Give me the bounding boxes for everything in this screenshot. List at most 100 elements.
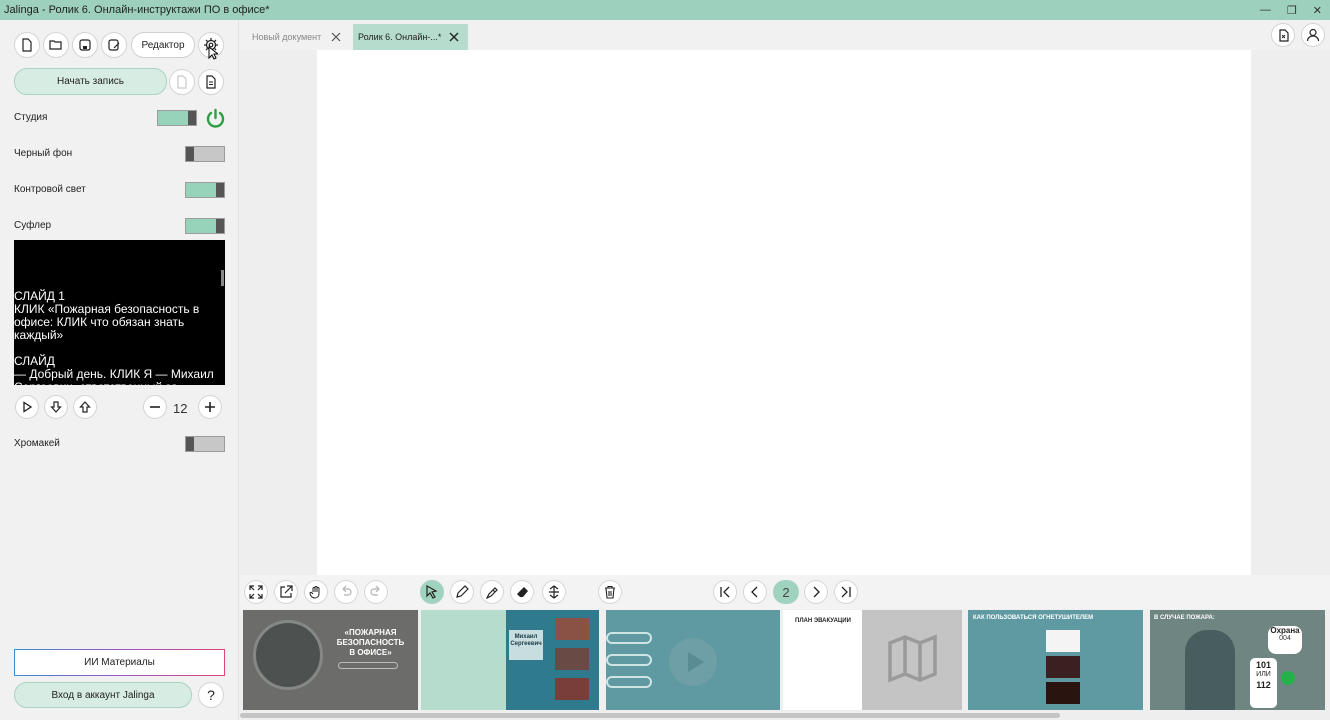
slide3-pill-2 — [606, 654, 652, 666]
backlight-toggle[interactable] — [185, 182, 225, 198]
chromakey-label: Хромакей — [14, 438, 60, 449]
power-icon[interactable] — [205, 108, 226, 129]
prompter-text: СЛАЙД 1 КЛИК «Пожарная безопасность в оф… — [14, 289, 214, 386]
font-increase-icon[interactable] — [198, 395, 222, 419]
restore-icon[interactable]: ❐ — [1287, 4, 1297, 17]
page-number[interactable]: 2 — [773, 580, 799, 604]
slide5-title: КАК ПОЛЬЗОВАТЬСЯ ОГНЕТУШИТЕЛЕМ — [973, 615, 1094, 621]
scroll-down-icon[interactable] — [44, 395, 68, 419]
main-area: Новый документ Ролик 6. Онлайн-...* 2 «П… — [240, 20, 1330, 720]
play-icon[interactable] — [15, 395, 39, 419]
map-icon — [888, 634, 937, 683]
font-size-value: 12 — [173, 401, 188, 416]
help-button[interactable]: ? — [198, 682, 224, 708]
slide6-title: В СЛУЧАЕ ПОЖАРА: — [1154, 615, 1215, 621]
prompter-scrollbar[interactable] — [221, 270, 224, 286]
tab-bar: Новый документ Ролик 6. Онлайн-...* — [240, 20, 1330, 50]
eraser-icon[interactable] — [510, 580, 534, 604]
slide4-title: ПЛАН ЭВАКУАЦИИ — [795, 618, 851, 624]
tab-label: Ролик 6. Онлайн-...* — [358, 32, 442, 42]
tab-video-6[interactable]: Ролик 6. Онлайн-...* — [353, 24, 468, 50]
font-decrease-icon[interactable] — [143, 395, 167, 419]
slide6-person — [1185, 630, 1235, 710]
prompter-label: Суфлер — [14, 220, 52, 231]
sidebar: Редактор Начать запись Студия Черный фон… — [0, 20, 239, 720]
slide-thumbnail-3[interactable] — [606, 610, 780, 710]
first-page-icon[interactable] — [713, 580, 737, 604]
slide-thumbnail-6[interactable]: В СЛУЧАЕ ПОЖАРА: Охрана 004 101 ИЛИ 112 — [1150, 610, 1325, 710]
close-icon[interactable]: ✕ — [1313, 4, 1322, 17]
fullscreen-icon[interactable] — [244, 580, 268, 604]
black-background-label: Черный фон — [14, 148, 73, 159]
backlight-label: Контровой свет — [14, 184, 86, 195]
slide3-pill-1 — [606, 632, 652, 644]
slide6-or: ИЛИ — [1256, 671, 1271, 678]
document-icon[interactable] — [198, 69, 224, 95]
window-title: Jalinga - Ролик 6. Онлайн-инструктажи ПО… — [4, 4, 270, 16]
save-as-icon[interactable] — [101, 32, 127, 58]
next-page-icon[interactable] — [804, 580, 828, 604]
tools-icon[interactable] — [542, 580, 566, 604]
mouse-cursor-icon — [208, 46, 218, 60]
export-icon[interactable] — [1271, 23, 1295, 47]
map-placeholder — [862, 610, 962, 710]
pencil-icon[interactable] — [450, 580, 474, 604]
prompter-panel[interactable]: СЛАЙД 1 КЛИК «Пожарная безопасность в оф… — [14, 240, 225, 385]
prompter-toggle[interactable] — [185, 218, 225, 234]
tab-new-document[interactable]: Новый документ — [240, 24, 350, 50]
document-disabled-icon — [169, 69, 195, 95]
slide5-image-1 — [1046, 630, 1080, 652]
scroll-up-icon[interactable] — [73, 395, 97, 419]
slide1-bar — [338, 662, 398, 669]
save-icon[interactable] — [72, 32, 98, 58]
slide-thumbnail-4[interactable]: ПЛАН ЭВАКУАЦИИ — [783, 610, 962, 710]
fan-image — [253, 620, 323, 690]
whatsapp-icon — [1281, 671, 1295, 685]
cursor-icon[interactable] — [420, 580, 444, 604]
minimize-icon[interactable]: — — [1260, 4, 1271, 16]
thumbnails-scrollbar[interactable] — [240, 713, 1060, 718]
slide6-security-card: Охрана 004 — [1268, 626, 1302, 654]
undo-icon[interactable] — [334, 580, 358, 604]
slide6-security-label: Охрана — [1270, 626, 1300, 635]
previous-page-icon[interactable] — [743, 580, 767, 604]
chromakey-toggle[interactable] — [185, 436, 225, 452]
user-icon[interactable] — [1301, 23, 1325, 47]
open-folder-icon[interactable] — [43, 32, 69, 58]
open-external-icon[interactable] — [274, 580, 298, 604]
slide6-security-number: 004 — [1279, 635, 1291, 642]
redo-icon[interactable] — [364, 580, 388, 604]
studio-label: Студия — [14, 112, 48, 123]
slide5-image-2 — [1046, 656, 1080, 678]
close-tab-icon[interactable] — [330, 31, 342, 43]
title-bar: Jalinga - Ролик 6. Онлайн-инструктажи ПО… — [0, 0, 1330, 20]
marker-icon[interactable] — [480, 580, 504, 604]
slide-thumbnail-5[interactable]: КАК ПОЛЬЗОВАТЬСЯ ОГНЕТУШИТЕЛЕМ — [968, 610, 1143, 710]
slide6-phone-card: 101 ИЛИ 112 — [1250, 658, 1277, 708]
slide2-name: Михаил Сергеевич — [509, 630, 543, 660]
slide2-photo-3 — [555, 678, 589, 700]
slide-thumbnail-2[interactable]: Михаил Сергеевич — [421, 610, 599, 710]
video-placeholder-icon — [669, 638, 717, 686]
slide-thumbnail-1[interactable]: «ПОЖАРНАЯ БЕЗОПАСНОСТЬ В ОФИСЕ» — [243, 610, 418, 710]
slide3-pill-3 — [606, 676, 652, 688]
slide6-number-1: 101 — [1255, 660, 1272, 670]
slide1-title: «ПОЖАРНАЯ БЕЗОПАСНОСТЬ В ОФИСЕ» — [336, 628, 405, 657]
start-record-button[interactable]: Начать запись — [14, 68, 167, 95]
slide6-number-2: 112 — [1256, 680, 1271, 690]
black-background-toggle[interactable] — [185, 146, 225, 162]
ai-materials-button[interactable]: ИИ Материалы — [14, 649, 225, 676]
trash-icon[interactable] — [598, 580, 622, 604]
editor-button[interactable]: Редактор — [131, 32, 195, 58]
last-page-icon[interactable] — [834, 580, 858, 604]
login-button[interactable]: Вход в аккаунт Jalinga — [14, 682, 192, 708]
hand-icon[interactable] — [304, 580, 328, 604]
slide-canvas[interactable] — [317, 50, 1251, 575]
new-file-icon[interactable] — [14, 32, 40, 58]
slide5-image-3 — [1046, 682, 1080, 704]
bottom-toolbar: 2 — [240, 575, 1330, 609]
close-tab-icon[interactable] — [448, 31, 460, 43]
studio-toggle[interactable] — [157, 110, 197, 126]
slide2-photo-2 — [555, 648, 589, 670]
slide2-photo-1 — [555, 618, 589, 640]
